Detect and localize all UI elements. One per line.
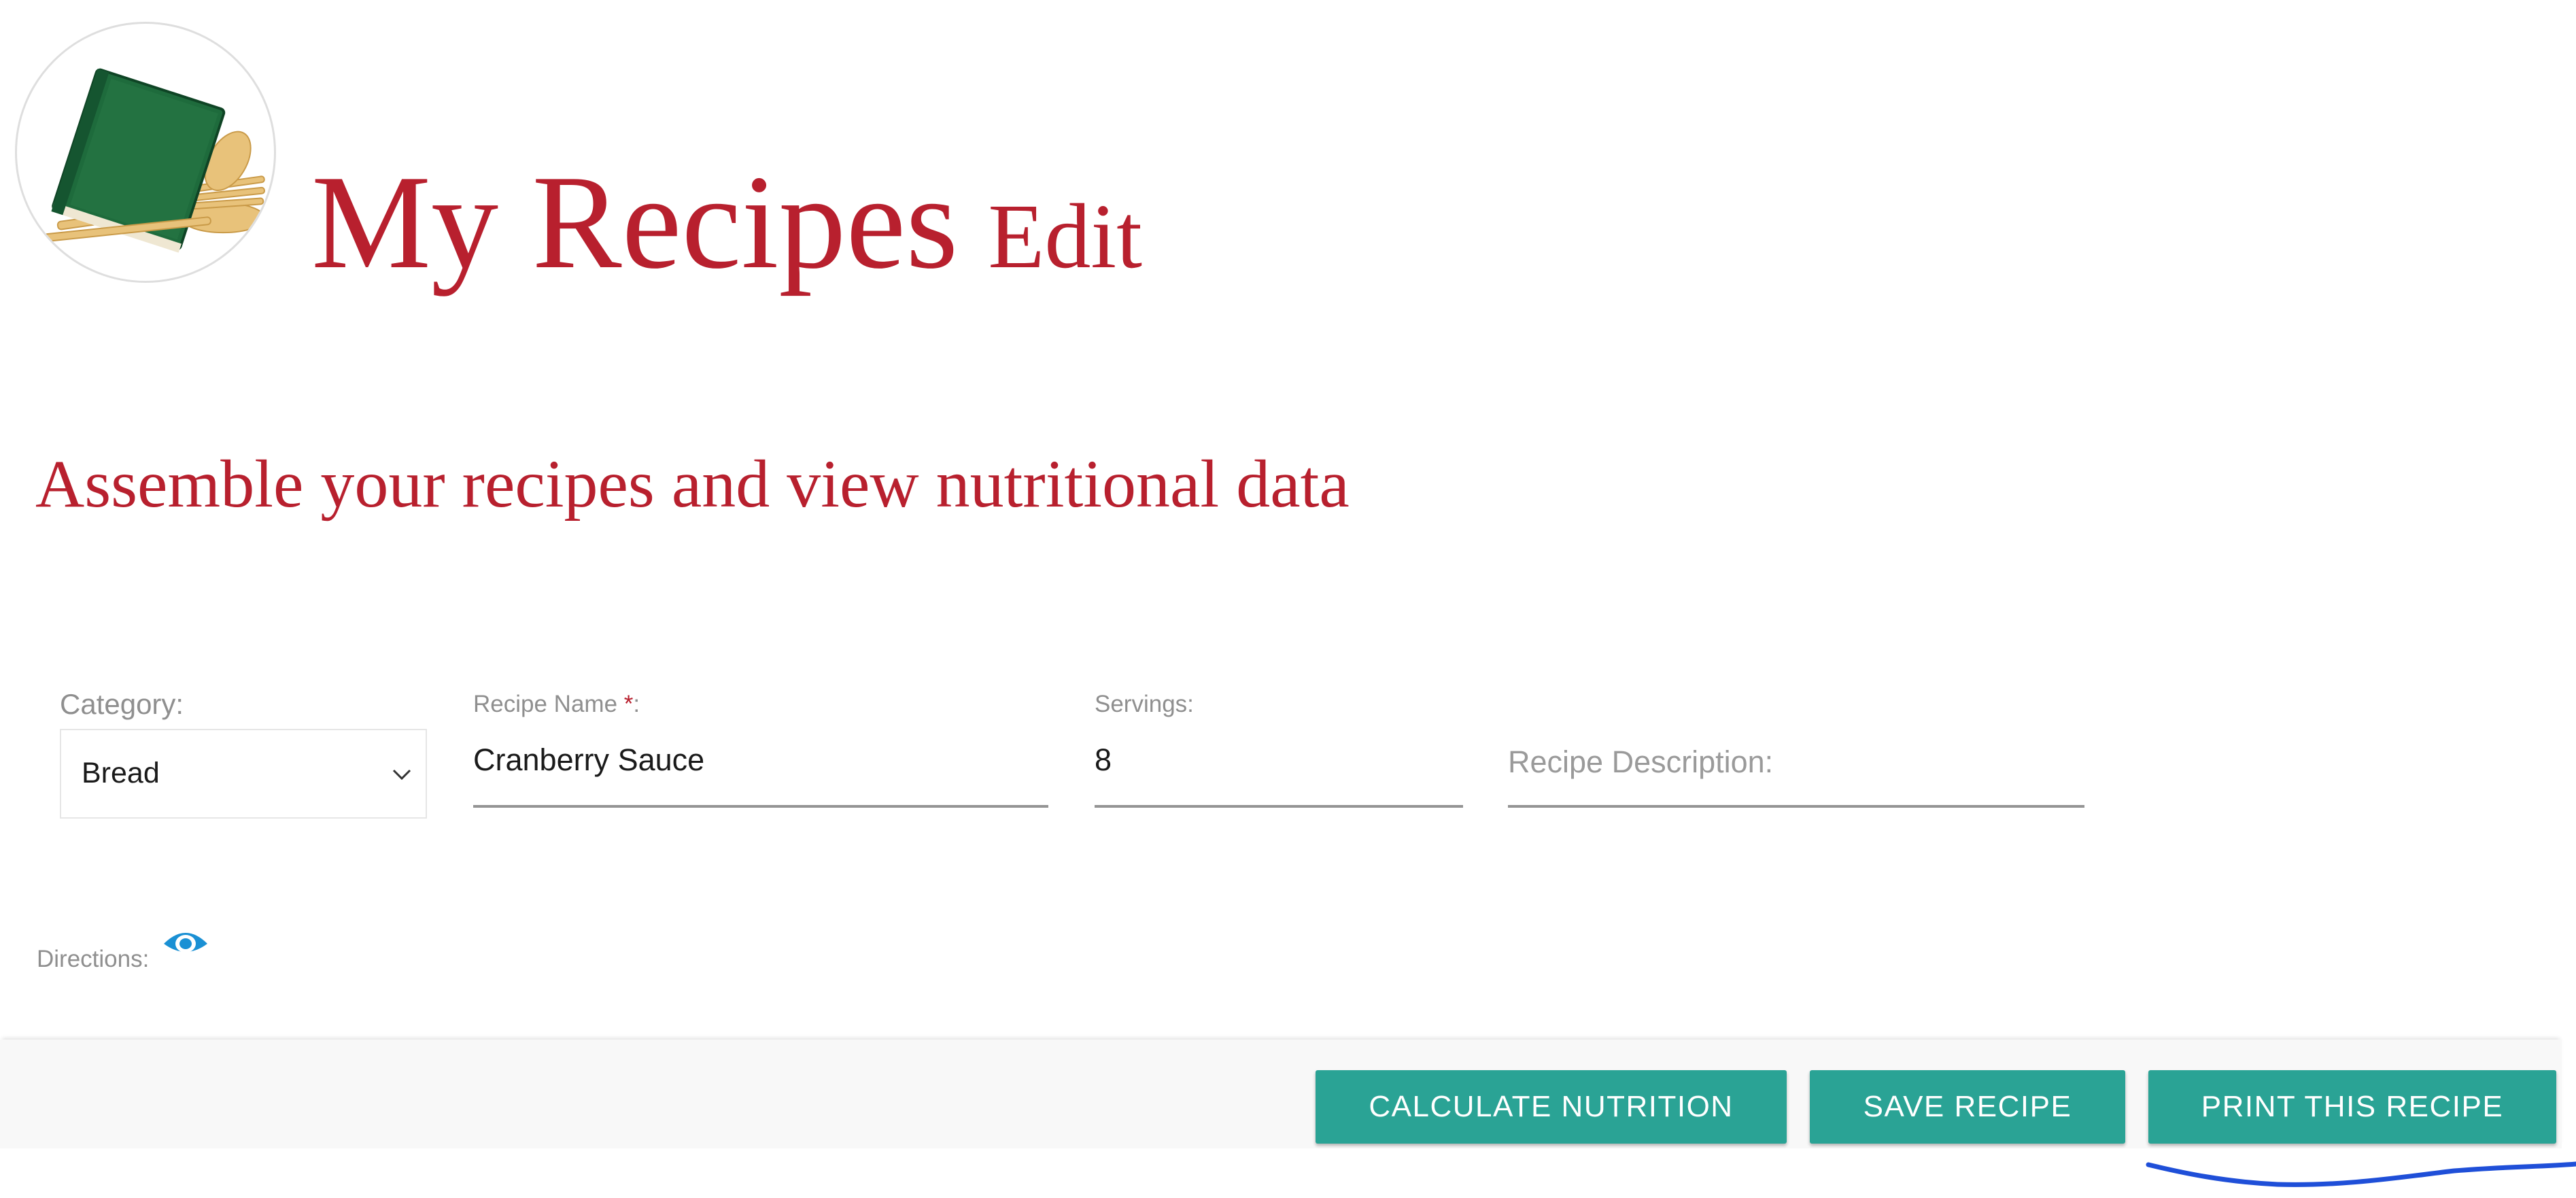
directions-label: Directions: [37, 946, 150, 972]
recipe-description-placeholder: Recipe Description: [1508, 745, 1774, 779]
recipe-description-input[interactable]: Recipe Description: [1508, 721, 2084, 808]
category-label: Category: [60, 688, 184, 720]
servings-value: 8 [1095, 742, 1112, 777]
category-value: Bread [82, 757, 160, 789]
mode-label: Edit [988, 186, 1142, 288]
required-asterisk: * [623, 691, 634, 717]
calculate-nutrition-button[interactable]: CALCULATE NUTRITION [1316, 1070, 1787, 1144]
app-title-text: My Recipes [311, 148, 959, 296]
app-logo [15, 22, 276, 283]
eye-icon[interactable] [162, 925, 209, 960]
recipe-name-input[interactable]: Cranberry Sauce [473, 721, 1048, 808]
recipe-name-value: Cranberry Sauce [473, 742, 705, 777]
recipe-name-label-text: Recipe Name [473, 691, 624, 717]
recipe-edit-page: My Recipes Edit Assemble your recipes and… [0, 0, 2576, 1198]
page-title: My Recipes Edit [311, 155, 1142, 290]
save-recipe-button[interactable]: SAVE RECIPE [1810, 1070, 2125, 1144]
print-recipe-button[interactable]: PRINT THIS RECIPE [2148, 1070, 2556, 1144]
servings-label: Servings: [1095, 691, 1194, 717]
category-select[interactable]: Bread [60, 729, 427, 819]
tagline: Assemble your recipes and view nutrition… [35, 446, 1350, 521]
recipe-name-label: Recipe Name *: [473, 692, 640, 716]
chevron-down-icon [392, 769, 411, 781]
servings-input[interactable]: 8 [1095, 721, 1463, 808]
recipe-book-utensils-icon [44, 68, 266, 253]
recipe-name-label-colon: : [633, 691, 640, 717]
